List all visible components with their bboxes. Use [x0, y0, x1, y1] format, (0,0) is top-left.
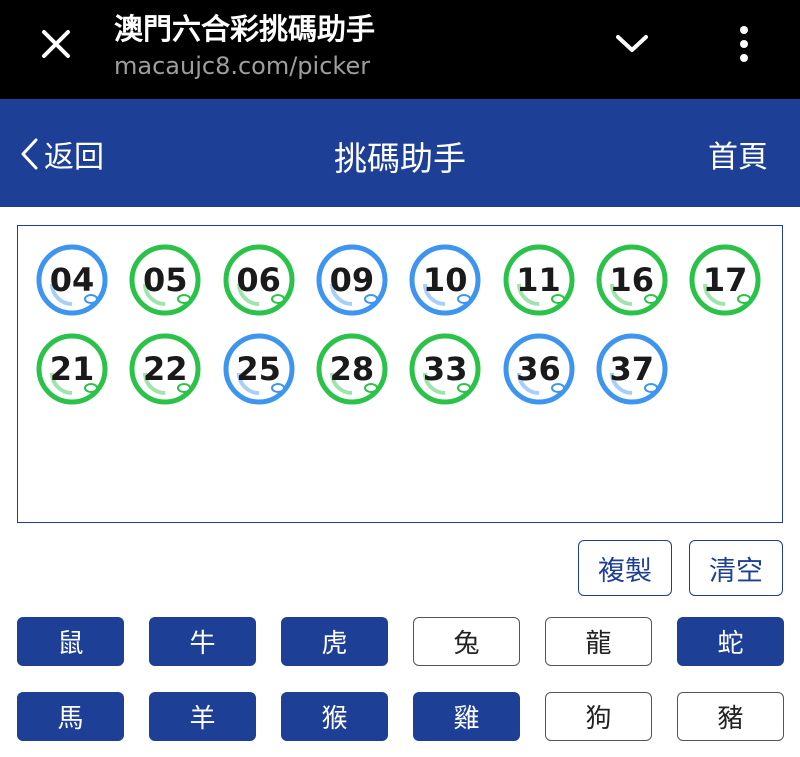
zodiac-button[interactable]: 馬 [17, 692, 124, 741]
number-ball[interactable]: 05 [129, 244, 201, 316]
app-header: 返回 挑碼助手 首頁 [0, 99, 800, 207]
number-ball-label: 04 [49, 261, 95, 299]
number-ball[interactable]: 06 [223, 244, 295, 316]
number-ball[interactable]: 10 [409, 244, 481, 316]
zodiac-button[interactable]: 鼠 [17, 617, 124, 666]
zodiac-button[interactable]: 羊 [149, 692, 256, 741]
number-ball-label: 28 [329, 350, 375, 388]
page-title: 挑碼助手 [334, 139, 466, 178]
number-ball[interactable]: 09 [316, 244, 388, 316]
chevron-left-icon [21, 138, 38, 170]
chevron-down-icon [616, 35, 648, 52]
back-button[interactable]: 返回 [18, 132, 104, 176]
number-ball-label: 06 [236, 261, 281, 299]
number-ball-label: 09 [329, 261, 375, 299]
zodiac-button[interactable]: 雞 [413, 692, 520, 741]
zodiac-button[interactable]: 狗 [545, 692, 652, 741]
clear-button[interactable]: 清空 [689, 540, 783, 596]
number-ball[interactable]: 37 [596, 333, 668, 405]
copy-button[interactable]: 複製 [578, 540, 672, 596]
more-menu-button[interactable] [722, 18, 766, 70]
number-ball-label: 25 [236, 350, 281, 388]
zodiac-button[interactable]: 蛇 [677, 617, 784, 666]
back-label: 返回 [44, 140, 104, 175]
close-icon [42, 30, 70, 58]
number-ball-label: 16 [609, 261, 655, 299]
number-ball-label: 17 [702, 261, 748, 299]
number-ball-label: 22 [143, 350, 188, 388]
number-ball-label: 33 [422, 350, 468, 388]
browser-url[interactable]: macaujc8.com/picker [114, 52, 370, 80]
number-ball[interactable]: 21 [36, 333, 108, 405]
zodiac-button[interactable]: 豬 [677, 692, 784, 741]
close-button[interactable] [30, 22, 82, 66]
expand-button[interactable] [606, 22, 658, 66]
number-ball-label: 37 [609, 350, 655, 388]
zodiac-button[interactable]: 龍 [545, 617, 652, 666]
number-ball-label: 11 [516, 261, 561, 299]
browser-top-bar: 澳門六合彩挑碼助手 macaujc8.com/picker [0, 0, 800, 99]
kebab-menu-icon [740, 26, 748, 62]
number-ball[interactable]: 17 [689, 244, 761, 316]
number-ball[interactable]: 22 [129, 333, 201, 405]
browser-page-title: 澳門六合彩挑碼助手 [114, 12, 376, 46]
selected-numbers-panel: 04 05 06 09 10 11 16 17 21 22 25 28 33 36 37 [17, 225, 783, 523]
home-link[interactable]: 首頁 [708, 132, 768, 176]
zodiac-button[interactable]: 猴 [281, 692, 388, 741]
number-ball[interactable]: 11 [503, 244, 575, 316]
number-ball[interactable]: 25 [223, 333, 295, 405]
zodiac-button[interactable]: 虎 [281, 617, 388, 666]
number-ball-label: 21 [49, 350, 95, 388]
number-ball-label: 05 [143, 261, 188, 299]
number-ball[interactable]: 36 [503, 333, 575, 405]
number-ball-label: 10 [422, 261, 468, 299]
number-ball[interactable]: 28 [316, 333, 388, 405]
zodiac-button[interactable]: 兔 [413, 617, 520, 666]
number-ball[interactable]: 04 [36, 244, 108, 316]
number-ball-label: 36 [516, 350, 561, 388]
number-ball[interactable]: 33 [409, 333, 481, 405]
number-ball[interactable]: 16 [596, 244, 668, 316]
zodiac-button[interactable]: 牛 [149, 617, 256, 666]
